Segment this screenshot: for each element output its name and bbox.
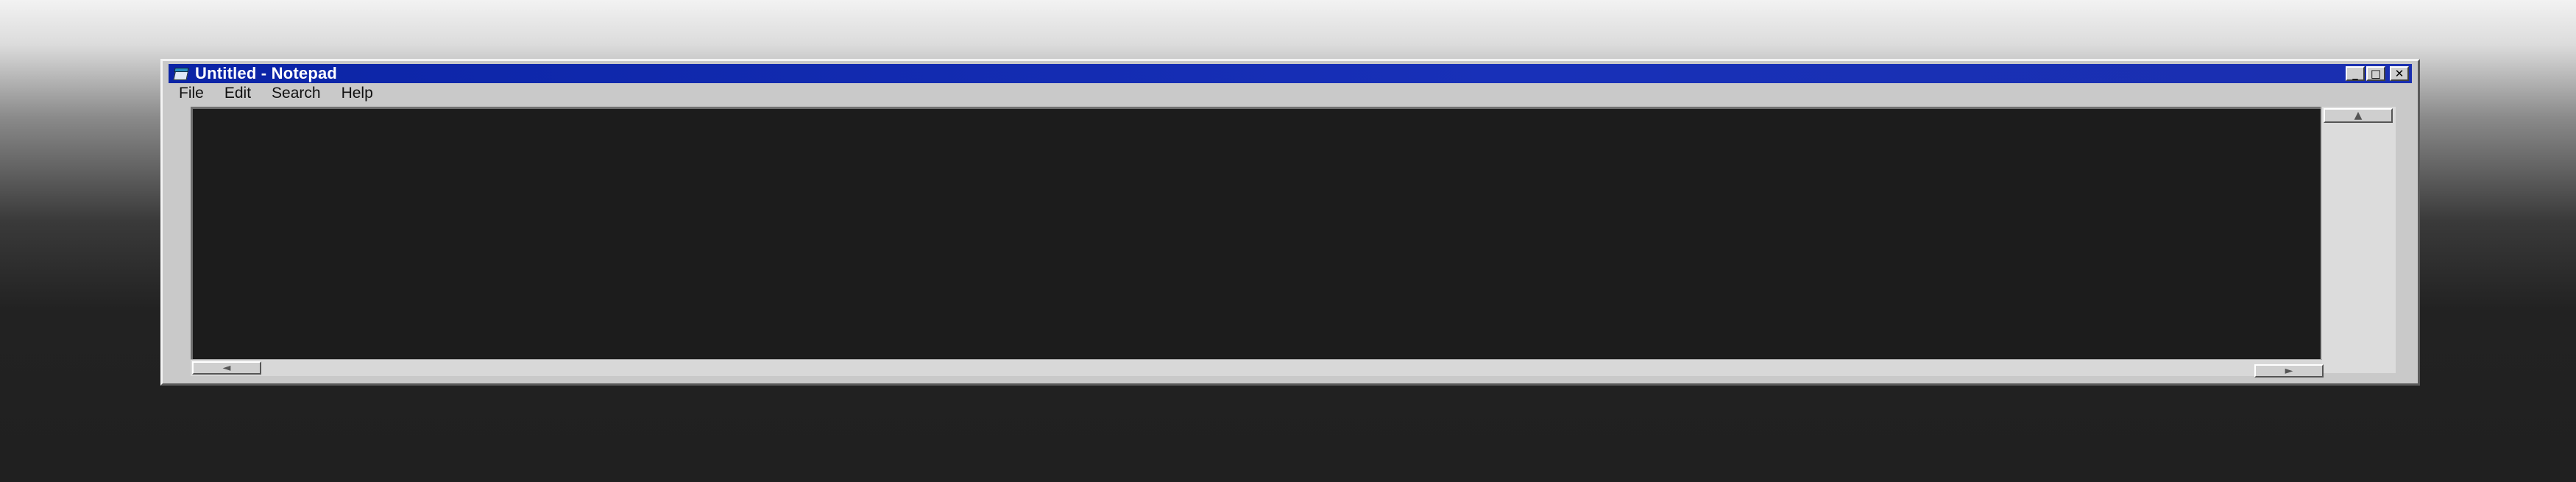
scroll-up-button[interactable]: ▲: [2324, 108, 2393, 123]
horizontal-scrollbar[interactable]: ◄ ►: [191, 359, 2324, 378]
title-bar[interactable]: Untitled - Notepad _ □ ✕: [169, 64, 2412, 83]
close-button[interactable]: ✕: [2390, 66, 2409, 81]
vertical-scrollbar[interactable]: ▲: [2321, 107, 2396, 373]
menu-help[interactable]: Help: [331, 85, 383, 102]
menu-edit[interactable]: Edit: [214, 85, 261, 102]
window-controls: _ □ ✕: [2346, 66, 2409, 81]
menu-search[interactable]: Search: [261, 85, 331, 102]
minimize-button[interactable]: _: [2346, 66, 2365, 81]
notepad-icon[interactable]: [173, 67, 189, 80]
menu-bar: File Edit Search Help: [169, 83, 2412, 104]
scroll-left-button[interactable]: ◄: [192, 361, 261, 375]
notepad-window: Untitled - Notepad _ □ ✕ File Edit Searc…: [160, 59, 2420, 386]
window-title: Untitled - Notepad: [195, 64, 338, 82]
text-editor-area[interactable]: [191, 107, 2322, 360]
maximize-button[interactable]: □: [2366, 66, 2385, 81]
scroll-right-button[interactable]: ►: [2254, 364, 2324, 378]
menu-file[interactable]: File: [169, 85, 214, 102]
